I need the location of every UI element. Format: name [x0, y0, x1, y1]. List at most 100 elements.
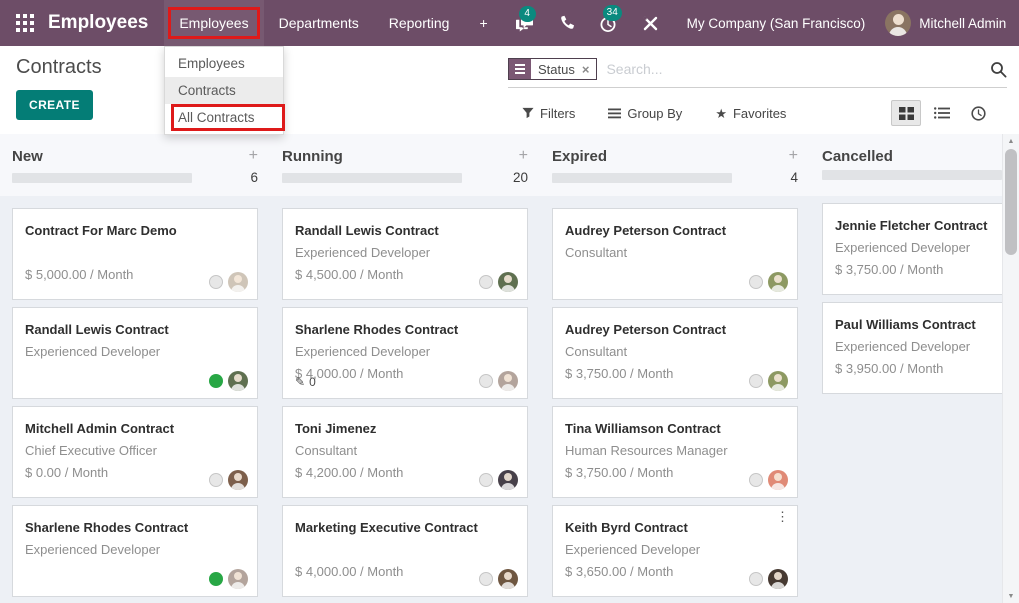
column-title: New — [12, 148, 249, 165]
status-dot[interactable] — [209, 572, 223, 586]
avatar — [228, 272, 248, 292]
phone-icon[interactable] — [546, 15, 587, 32]
nav-menu: Employees Departments Reporting + — [164, 0, 502, 46]
card-title: Sharlene Rhodes Contract — [295, 322, 515, 337]
status-dot[interactable] — [749, 473, 763, 487]
status-dot[interactable] — [209, 275, 223, 289]
scroll-up-arrow[interactable]: ▲ — [1003, 134, 1019, 148]
list-view-icon — [934, 107, 950, 119]
card-title: Jennie Fletcher Contract — [835, 218, 1019, 233]
card-title: Randall Lewis Contract — [25, 322, 245, 337]
contract-card[interactable]: Sharlene Rhodes Contract Experienced Dev… — [12, 505, 258, 597]
contract-card[interactable]: Sharlene Rhodes Contract Experienced Dev… — [282, 307, 528, 399]
nav-item-label: Employees — [179, 15, 248, 31]
facet-remove-icon[interactable]: × — [582, 63, 590, 76]
apps-menu-icon[interactable] — [0, 14, 48, 32]
contract-card[interactable]: Audrey Peterson Contract Consultant — [552, 208, 798, 300]
status-dot[interactable] — [209, 374, 223, 388]
search-icon[interactable] — [990, 61, 1007, 78]
contract-card[interactable]: Audrey Peterson Contract Consultant $ 3,… — [552, 307, 798, 399]
column-progress-bar[interactable] — [12, 173, 192, 183]
clock-view-icon — [971, 106, 986, 121]
nav-item-departments[interactable]: Departments — [264, 0, 374, 46]
nav-item-reporting[interactable]: Reporting — [374, 0, 465, 46]
activity-view-button[interactable] — [963, 100, 993, 126]
kanban-column: Running + 20 Randall Lewis Contract Expe… — [270, 134, 540, 603]
column-count: 20 — [498, 170, 528, 185]
status-dot[interactable] — [479, 275, 493, 289]
company-switcher[interactable]: My Company (San Francisco) — [687, 16, 866, 31]
group-by-button[interactable]: Group By — [608, 106, 682, 121]
favorites-button[interactable]: ★ Favorites — [715, 106, 786, 121]
search-facet-status: Status × — [508, 58, 597, 80]
app-title: Employees — [48, 12, 148, 34]
status-dot[interactable] — [749, 572, 763, 586]
activities-button[interactable]: 34 — [587, 14, 630, 33]
status-dot[interactable] — [749, 275, 763, 289]
contract-card[interactable]: Randall Lewis Contract Experienced Devel… — [282, 208, 528, 300]
card-salary: $ 3,750.00 / Month — [835, 262, 1019, 277]
pencil-icon: ✎ — [295, 375, 305, 389]
column-title: Running — [282, 148, 519, 165]
column-progress-bar[interactable] — [552, 173, 732, 183]
dropdown-item-all-contracts[interactable]: All Contracts — [165, 104, 283, 131]
scroll-down-arrow[interactable]: ▼ — [1003, 589, 1019, 603]
card-job-title: Experienced Developer — [25, 542, 245, 557]
list-view-button[interactable] — [927, 100, 957, 126]
status-dot[interactable] — [479, 374, 493, 388]
column-progress-bar[interactable] — [822, 170, 1002, 180]
column-add-icon[interactable]: + — [519, 148, 528, 164]
scrollbar-thumb[interactable] — [1005, 149, 1017, 255]
column-progress-bar[interactable] — [282, 173, 462, 183]
card-job-title: Experienced Developer — [565, 542, 785, 557]
column-add-icon[interactable]: + — [249, 148, 258, 164]
card-job-title: Consultant — [295, 443, 515, 458]
kanban-view-button[interactable] — [891, 100, 921, 126]
contract-card[interactable]: Paul Williams Contract Experienced Devel… — [822, 302, 1019, 394]
contract-card[interactable]: Marketing Executive Contract $ 4,000.00 … — [282, 505, 528, 597]
search-panel: Status × Filters Group By — [492, 46, 1019, 134]
card-job-title: Experienced Developer — [295, 245, 515, 260]
column-count: 6 — [228, 170, 258, 185]
status-dot[interactable] — [479, 572, 493, 586]
status-dot[interactable] — [479, 473, 493, 487]
card-title: Mitchell Admin Contract — [25, 421, 245, 436]
filters-label: Filters — [540, 106, 575, 121]
avatar — [768, 371, 788, 391]
nav-item-employees[interactable]: Employees — [164, 0, 263, 46]
user-name: Mitchell Admin — [919, 16, 1006, 31]
card-menu-icon[interactable]: ⋮ — [776, 510, 789, 523]
contract-card[interactable]: Contract For Marc Demo $ 5,000.00 / Mont… — [12, 208, 258, 300]
contract-card[interactable]: Toni Jimenez Consultant $ 4,200.00 / Mon… — [282, 406, 528, 498]
card-title: Tina Williamson Contract — [565, 421, 785, 436]
nav-right-section: 4 34 My Company (San Francisco) — [503, 10, 1019, 36]
card-salary: $ 3,950.00 / Month — [835, 361, 1019, 376]
nav-item-add[interactable]: + — [464, 0, 502, 46]
contract-card[interactable]: Randall Lewis Contract Experienced Devel… — [12, 307, 258, 399]
tools-icon[interactable] — [630, 15, 671, 32]
avatar — [228, 569, 248, 589]
kanban-column: Expired + 4 Audrey Peterson Contract Con… — [540, 134, 810, 603]
search-input[interactable] — [606, 61, 990, 77]
contract-card[interactable]: ⋮ Keith Byrd Contract Experienced Develo… — [552, 505, 798, 597]
card-title: Contract For Marc Demo — [25, 223, 245, 238]
favorites-label: Favorites — [733, 106, 786, 121]
contract-card[interactable]: Mitchell Admin Contract Chief Executive … — [12, 406, 258, 498]
contract-card[interactable]: Jennie Fletcher Contract Experienced Dev… — [822, 203, 1019, 295]
search-bar: Status × — [508, 58, 1007, 88]
contract-card[interactable]: Tina Williamson Contract Human Resources… — [552, 406, 798, 498]
top-navbar: Employees Employees Departments Reportin… — [0, 0, 1019, 46]
status-dot[interactable] — [209, 473, 223, 487]
avatar — [498, 569, 518, 589]
vertical-scrollbar[interactable]: ▲ ▼ — [1002, 134, 1019, 603]
dropdown-item-employees[interactable]: Employees — [165, 50, 283, 77]
filters-button[interactable]: Filters — [522, 106, 575, 121]
nav-item-label: Departments — [279, 15, 359, 31]
status-dot[interactable] — [749, 374, 763, 388]
messages-button[interactable]: 4 — [503, 15, 546, 32]
card-title: Paul Williams Contract — [835, 317, 1019, 332]
create-button[interactable]: CREATE — [16, 90, 93, 120]
column-add-icon[interactable]: + — [789, 148, 798, 164]
dropdown-item-contracts[interactable]: Contracts — [165, 77, 283, 104]
user-menu[interactable]: Mitchell Admin — [885, 10, 1006, 36]
